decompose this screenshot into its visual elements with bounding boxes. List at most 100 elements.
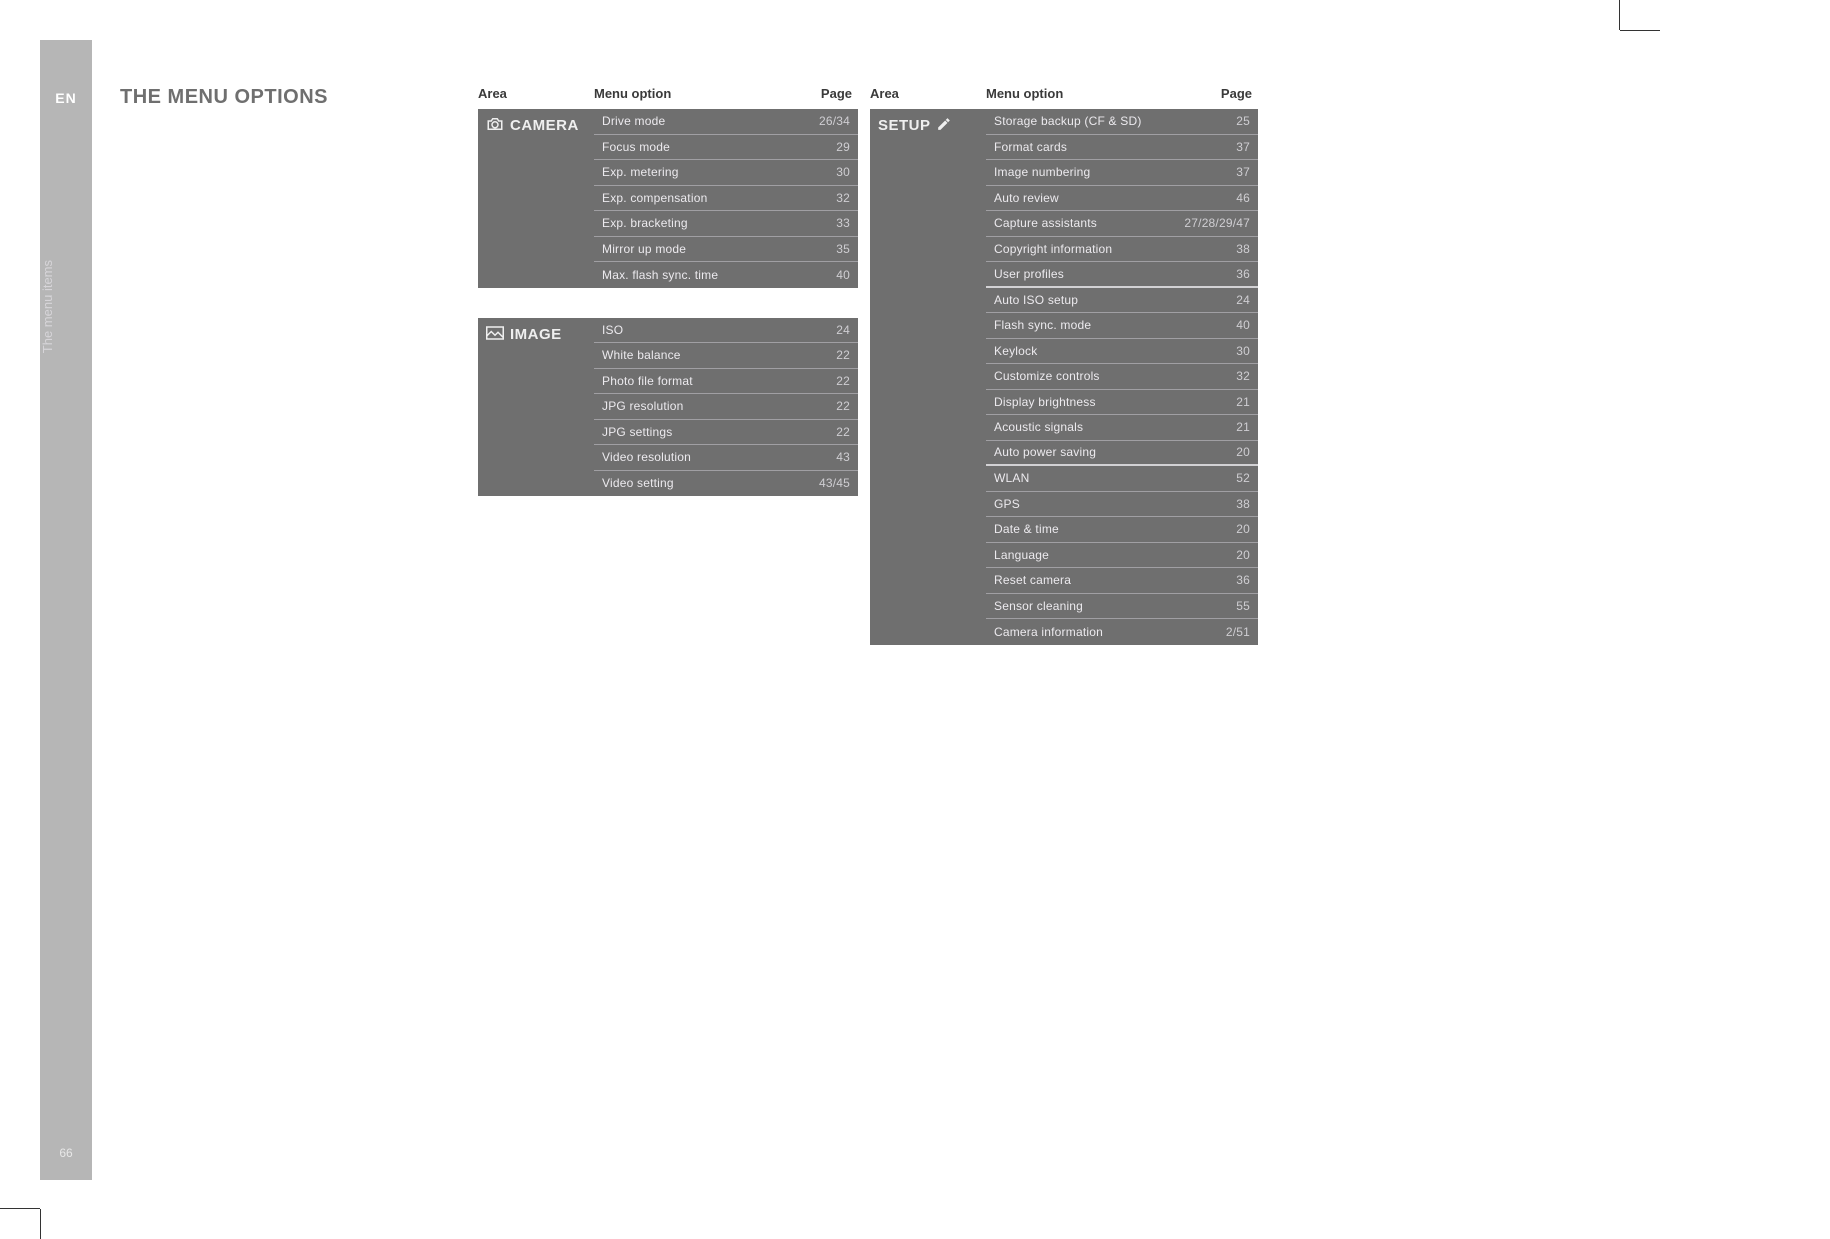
image-icon bbox=[486, 326, 504, 340]
camera-icon bbox=[486, 117, 504, 131]
table-row: Auto review46 bbox=[986, 186, 1258, 212]
page-ref: 33 bbox=[770, 216, 858, 230]
menu-option: GPS bbox=[986, 497, 1170, 511]
menu-option: Acoustic signals bbox=[986, 420, 1170, 434]
menu-option: ISO bbox=[594, 323, 770, 337]
menu-option: White balance bbox=[594, 348, 770, 362]
table-row: White balance22 bbox=[594, 343, 858, 369]
menu-option: Format cards bbox=[986, 140, 1170, 154]
table-row: JPG resolution22 bbox=[594, 394, 858, 420]
header-option: Menu option bbox=[986, 86, 1186, 101]
page-ref: 52 bbox=[1170, 471, 1258, 485]
page-ref: 2/51 bbox=[1170, 625, 1258, 639]
table-row: Photo file format22 bbox=[594, 369, 858, 395]
table-row: Exp. metering30 bbox=[594, 160, 858, 186]
table-row: ISO24 bbox=[594, 318, 858, 344]
header-page: Page bbox=[786, 86, 858, 101]
menu-option: Copyright information bbox=[986, 242, 1170, 256]
table-row: Customize controls32 bbox=[986, 364, 1258, 390]
menu-option: Mirror up mode bbox=[594, 242, 770, 256]
page-ref: 26/34 bbox=[770, 114, 858, 128]
page-ref: 36 bbox=[1170, 573, 1258, 587]
menu-option: Reset camera bbox=[986, 573, 1170, 587]
menu-option: JPG resolution bbox=[594, 399, 770, 413]
column-header: Area Menu option Page bbox=[478, 86, 858, 109]
table-row: Display brightness21 bbox=[986, 390, 1258, 416]
table-row: Exp. bracketing33 bbox=[594, 211, 858, 237]
menu-option: Customize controls bbox=[986, 369, 1170, 383]
header-area: Area bbox=[478, 86, 594, 101]
menu-option: Exp. metering bbox=[594, 165, 770, 179]
header-area: Area bbox=[870, 86, 986, 101]
table-row: Storage backup (CF & SD)25 bbox=[986, 109, 1258, 135]
menu-option: Capture assistants bbox=[986, 216, 1170, 230]
page-ref: 21 bbox=[1170, 420, 1258, 434]
table-row: User profiles36 bbox=[986, 262, 1258, 288]
menu-option: Image numbering bbox=[986, 165, 1170, 179]
page-ref: 32 bbox=[1170, 369, 1258, 383]
menu-option: Exp. bracketing bbox=[594, 216, 770, 230]
table-row: Exp. compensation32 bbox=[594, 186, 858, 212]
area-label-image: IMAGE bbox=[478, 318, 594, 497]
area-text-camera: CAMERA bbox=[510, 117, 579, 134]
menu-option: User profiles bbox=[986, 267, 1170, 281]
page-ref: 22 bbox=[770, 425, 858, 439]
header-option: Menu option bbox=[594, 86, 786, 101]
column-right: Area Menu option Page SETUP Storage back… bbox=[870, 86, 1258, 675]
menu-option: Auto review bbox=[986, 191, 1170, 205]
page-ref: 27/28/29/47 bbox=[1170, 216, 1258, 230]
table-row: Camera information2/51 bbox=[986, 619, 1258, 645]
table-row: Reset camera36 bbox=[986, 568, 1258, 594]
table-row: Auto power saving20 bbox=[986, 441, 1258, 467]
page-ref: 22 bbox=[770, 399, 858, 413]
column-header: Area Menu option Page bbox=[870, 86, 1258, 109]
table-row: Mirror up mode35 bbox=[594, 237, 858, 263]
page-ref: 46 bbox=[1170, 191, 1258, 205]
page-ref: 43 bbox=[770, 450, 858, 464]
menu-option: Video setting bbox=[594, 476, 770, 490]
section-image: IMAGE ISO24White balance22Photo file for… bbox=[478, 318, 858, 497]
page-ref: 25 bbox=[1170, 114, 1258, 128]
table-row: Image numbering37 bbox=[986, 160, 1258, 186]
crop-mark-top-right bbox=[1600, 0, 1660, 60]
menu-option: Camera information bbox=[986, 625, 1170, 639]
page-ref: 21 bbox=[1170, 395, 1258, 409]
menu-option: WLAN bbox=[986, 471, 1170, 485]
page-ref: 20 bbox=[1170, 548, 1258, 562]
table-row: WLAN52 bbox=[986, 466, 1258, 492]
table-row: Auto ISO setup24 bbox=[986, 288, 1258, 314]
area-text-image: IMAGE bbox=[510, 326, 562, 343]
section-camera: CAMERA Drive mode26/34Focus mode29Exp. m… bbox=[478, 109, 858, 288]
table-row: Drive mode26/34 bbox=[594, 109, 858, 135]
table-row: Copyright information38 bbox=[986, 237, 1258, 263]
page-ref: 35 bbox=[770, 242, 858, 256]
menu-option: Drive mode bbox=[594, 114, 770, 128]
page-ref: 22 bbox=[770, 374, 858, 388]
menu-option: Auto power saving bbox=[986, 445, 1170, 459]
area-label-camera: CAMERA bbox=[478, 109, 594, 288]
page-ref: 30 bbox=[770, 165, 858, 179]
menu-option: Keylock bbox=[986, 344, 1170, 358]
page-ref: 20 bbox=[1170, 522, 1258, 536]
menu-option: Photo file format bbox=[594, 374, 770, 388]
page-ref: 36 bbox=[1170, 267, 1258, 281]
menu-option: Storage backup (CF & SD) bbox=[986, 114, 1170, 128]
menu-option: Max. flash sync. time bbox=[594, 268, 770, 282]
header-page: Page bbox=[1186, 86, 1258, 101]
menu-option: Exp. compensation bbox=[594, 191, 770, 205]
page-ref: 24 bbox=[1170, 293, 1258, 307]
menu-option: JPG settings bbox=[594, 425, 770, 439]
section-setup: SETUP Storage backup (CF & SD)25Format c… bbox=[870, 109, 1258, 645]
section-tab-label: The menu items bbox=[40, 260, 92, 353]
table-row: Date & time20 bbox=[986, 517, 1258, 543]
page-ref: 30 bbox=[1170, 344, 1258, 358]
page-ref: 37 bbox=[1170, 165, 1258, 179]
table-row: Language20 bbox=[986, 543, 1258, 569]
area-text-setup: SETUP bbox=[878, 117, 931, 134]
menu-option: Date & time bbox=[986, 522, 1170, 536]
menu-option: Language bbox=[986, 548, 1170, 562]
column-left: Area Menu option Page CAMERA Drive mode2… bbox=[478, 86, 858, 526]
menu-option: Sensor cleaning bbox=[986, 599, 1170, 613]
table-row: Keylock30 bbox=[986, 339, 1258, 365]
menu-option: Display brightness bbox=[986, 395, 1170, 409]
